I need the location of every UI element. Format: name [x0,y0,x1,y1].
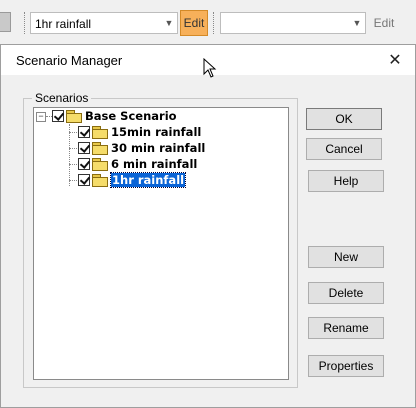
checkbox-icon[interactable] [78,126,90,138]
new-button[interactable]: New [308,246,384,268]
toolbar-icon[interactable] [0,12,11,32]
tree-node-6min-rainfall[interactable]: 6 min rainfall [78,156,197,172]
tree-node-15min-rainfall[interactable]: 15min rainfall [78,124,201,140]
chevron-down-icon[interactable]: ▼ [349,13,365,33]
tree-node-label: 15min rainfall [111,125,202,139]
scenario-tree[interactable]: − Base Scenario 15min rainfall 30 min ra… [33,107,289,380]
checkbox-icon[interactable] [78,142,90,154]
edit-secondary-button[interactable]: Edit [370,10,398,36]
tree-node-30min-rainfall[interactable]: 30 min rainfall [78,140,205,156]
tree-connector [69,180,77,181]
rename-button[interactable]: Rename [308,317,384,339]
secondary-combo[interactable]: ▼ [220,12,366,34]
toolbar-grip[interactable] [24,12,27,34]
folder-icon [92,158,108,171]
dialog-title: Scenario Manager [16,53,123,68]
folder-icon [66,110,82,123]
toolbar: 1hr rainfall ▼ Edit ▼ Edit [0,0,416,47]
folder-icon [92,142,108,155]
cancel-button[interactable]: Cancel [306,138,382,160]
toolbar-grip-2[interactable] [213,12,216,34]
scenario-combo[interactable]: 1hr rainfall ▼ [30,12,178,34]
folder-icon [92,126,108,139]
edit-scenario-button[interactable]: Edit [180,10,208,36]
tree-node-base-scenario[interactable]: Base Scenario [52,108,177,124]
properties-button[interactable]: Properties [308,355,384,377]
chevron-down-icon[interactable]: ▼ [161,13,177,33]
mouse-pointer-icon [203,58,217,78]
tree-connector [69,148,77,149]
scenarios-group: Scenarios − Base Scenario 15min rainfall [23,91,298,388]
checkbox-icon[interactable] [78,174,90,186]
checkbox-icon[interactable] [78,158,90,170]
tree-connector [69,164,77,165]
tree-node-label: Base Scenario [85,109,177,123]
help-button[interactable]: Help [308,170,384,192]
collapse-toggle-icon[interactable]: − [36,112,46,122]
tree-node-label-selected: 1hr rainfall [109,172,187,188]
tree-connector [69,124,70,186]
scenarios-group-label: Scenarios [32,91,92,105]
tree-connector [69,132,77,133]
scenario-manager-dialog: Scenario Manager ✕ Scenarios − Base Scen… [0,44,416,408]
folder-open-icon [92,174,108,187]
close-icon[interactable]: ✕ [383,48,407,72]
tree-node-1hr-rainfall[interactable]: 1hr rainfall [78,172,187,188]
scenario-combo-value: 1hr rainfall [35,17,92,31]
tree-node-label: 30 min rainfall [111,141,206,155]
tree-node-label: 6 min rainfall [111,157,198,171]
ok-button[interactable]: OK [306,108,382,130]
checkbox-icon[interactable] [52,110,64,122]
delete-button[interactable]: Delete [308,282,384,304]
